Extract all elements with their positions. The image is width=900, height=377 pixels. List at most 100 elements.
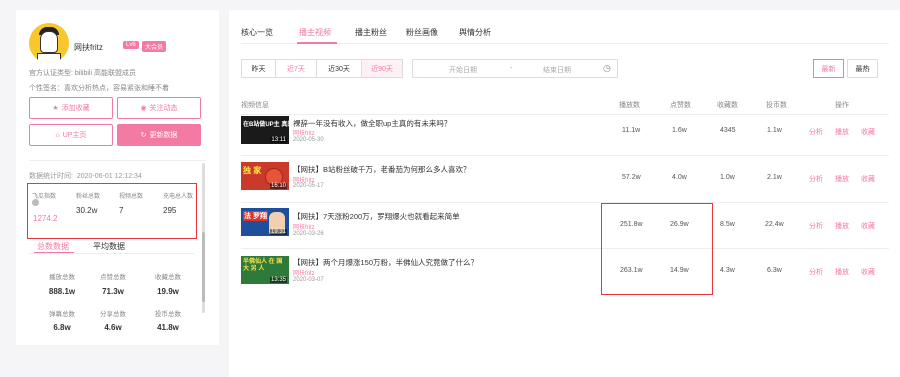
stat-value-videos: 7 <box>119 206 124 215</box>
duration: 16:10 <box>269 183 287 189</box>
play-link[interactable]: 播放 <box>835 174 849 184</box>
grid-value: 41.8w <box>157 323 179 332</box>
range-7days[interactable]: 近7天 <box>275 59 317 78</box>
sort-newest[interactable]: 最新 <box>813 59 844 78</box>
scrollbar-thumb[interactable] <box>202 232 205 302</box>
header-likes: 点赞数 <box>670 102 691 109</box>
sort-hottest[interactable]: 最热 <box>847 59 878 78</box>
info-icon <box>32 199 39 206</box>
play-link[interactable]: 播放 <box>835 127 849 137</box>
stat-label-charge: 充电总人数 <box>163 194 194 200</box>
stat-time: 数据统计时间: 2020-06-01 12:12:34 <box>29 173 142 180</box>
tab-sentiment[interactable]: 舆情分析 <box>459 27 491 38</box>
grid-value: 888.1w <box>48 287 76 296</box>
grid-label: 点赞总数 <box>100 274 126 281</box>
video-thumbnail[interactable]: 法 罗翔 19:31 <box>241 208 289 236</box>
divider <box>29 253 194 254</box>
stat-value-fans: 30.2w <box>76 206 98 215</box>
avatar[interactable] <box>29 23 69 63</box>
favorite-link[interactable]: 收藏 <box>861 127 875 137</box>
range-yesterday[interactable]: 昨天 <box>241 59 276 78</box>
main-panel: 核心一览 播主视频 播主粉丝 粉丝画像 舆情分析 昨天 近7天 近30天 近90… <box>229 10 900 377</box>
duration: 19:31 <box>269 229 287 235</box>
update-data-button[interactable]: ↻ 更新数据 <box>117 124 201 146</box>
tab-overview[interactable]: 核心一览 <box>241 27 273 38</box>
signature-text: 个性签名：喜欢分析热点，容易紧张和睡不着 <box>29 85 169 92</box>
video-thumbnail[interactable]: 在B站做UP主 真的会有未来吗 13:11 <box>241 116 289 144</box>
likes-cell: 1.6w <box>672 127 687 134</box>
video-thumbnail[interactable]: 独 家 16:10 <box>241 162 289 190</box>
date-range-input[interactable]: 开始日期 - 结束日期 ◷ <box>412 59 618 78</box>
coins-cell: 1.1w <box>767 127 782 134</box>
favs-cell: 8.5w <box>720 221 735 228</box>
header-coins: 投币数 <box>766 102 787 109</box>
start-date-placeholder: 开始日期 <box>449 67 477 74</box>
coins-cell: 6.3w <box>767 267 782 274</box>
row-divider <box>241 202 889 203</box>
star-icon: ★ <box>52 105 59 112</box>
play-link[interactable]: 播放 <box>835 267 849 277</box>
home-icon: ⌂ <box>55 131 60 139</box>
tab-average-data[interactable]: 平均数据 <box>93 241 125 252</box>
favorite-link[interactable]: 收藏 <box>861 221 875 231</box>
grid-label: 收藏总数 <box>155 274 181 281</box>
row-divider <box>241 155 889 156</box>
favorite-link[interactable]: 收藏 <box>861 267 875 277</box>
clock-icon: ◷ <box>603 63 611 73</box>
coins-cell: 2.1w <box>767 174 782 181</box>
duration: 13:35 <box>269 277 287 283</box>
follow-button[interactable]: ◉ 关注动态 <box>117 97 201 119</box>
tab-fan-profile[interactable]: 粉丝画像 <box>406 27 438 38</box>
favs-cell: 4345 <box>720 127 736 134</box>
video-date: 2020-03-07 <box>293 277 324 283</box>
analyze-link[interactable]: 分析 <box>809 127 823 137</box>
favs-cell: 1.0w <box>720 174 735 181</box>
favs-cell: 4.3w <box>720 267 735 274</box>
end-date-placeholder: 结束日期 <box>543 67 571 74</box>
plays-cell: 11.1w <box>622 127 641 134</box>
date-separator: - <box>510 65 513 72</box>
range-90days[interactable]: 近90天 <box>361 59 403 78</box>
tab-fans[interactable]: 播主粉丝 <box>355 27 387 38</box>
tab-divider <box>241 43 889 44</box>
analyze-link[interactable]: 分析 <box>809 174 823 184</box>
likes-cell: 4.0w <box>672 174 687 181</box>
tab-total-data[interactable]: 总数数据 <box>37 241 69 252</box>
video-author[interactable]: 网扶fritz <box>293 222 315 231</box>
video-date: 2020-05-30 <box>293 137 324 143</box>
favorite-link[interactable]: 收藏 <box>861 174 875 184</box>
analyze-link[interactable]: 分析 <box>809 267 823 277</box>
video-title[interactable]: 【网扶】B站粉丝破千万，老番茄为何那么多人喜欢？ <box>293 164 471 175</box>
auth-text: 官方认证类型: bilibili 高能联盟成员 <box>29 70 136 77</box>
grid-value: 19.9w <box>157 287 179 296</box>
video-author[interactable]: 网扶fritz <box>293 268 315 277</box>
stat-value-charge: 295 <box>163 206 177 215</box>
header-video-info: 视频信息 <box>241 102 269 109</box>
play-link[interactable]: 播放 <box>835 221 849 231</box>
username: 网扶fritz <box>74 43 103 52</box>
row-divider <box>241 248 889 249</box>
video-title[interactable]: 【网扶】两个月爆涨150万粉，半佛仙人究竟做了什么？ <box>293 257 478 268</box>
analyze-link[interactable]: 分析 <box>809 221 823 231</box>
tab-videos[interactable]: 播主视频 <box>299 27 331 38</box>
duration: 13:11 <box>270 137 287 143</box>
video-title[interactable]: 裸辞一年没有收入，做全职up主真的有未来吗？ <box>293 118 451 129</box>
grid-label: 弹幕总数 <box>49 311 75 318</box>
header-plays: 播放数 <box>619 102 640 109</box>
eye-icon: ◉ <box>140 105 147 112</box>
grid-label: 播放总数 <box>49 274 75 281</box>
grid-value: 71.3w <box>102 287 124 296</box>
video-author[interactable]: 网扶fritz <box>293 128 315 137</box>
header-favs: 收藏数 <box>717 102 738 109</box>
video-date: 2020-05-17 <box>293 183 324 189</box>
level-badge: Lv6 <box>123 41 139 49</box>
video-thumbnail[interactable]: 半佛仙人 在 国 大 另 人 13:35 <box>241 256 289 284</box>
vip-badge: 大会员 <box>142 41 167 52</box>
range-30days[interactable]: 近30天 <box>316 59 362 78</box>
header-actions: 操作 <box>835 102 849 109</box>
coins-cell: 22.4w <box>765 221 784 228</box>
add-favorite-button[interactable]: ★ 添加收藏 <box>29 97 113 119</box>
grid-value: 6.8w <box>53 323 71 332</box>
video-title[interactable]: 【网扶】7天涨粉200万，罗翔爆火也就看起来简单 <box>293 211 460 222</box>
homepage-button[interactable]: ⌂ UP主页 <box>29 124 113 146</box>
